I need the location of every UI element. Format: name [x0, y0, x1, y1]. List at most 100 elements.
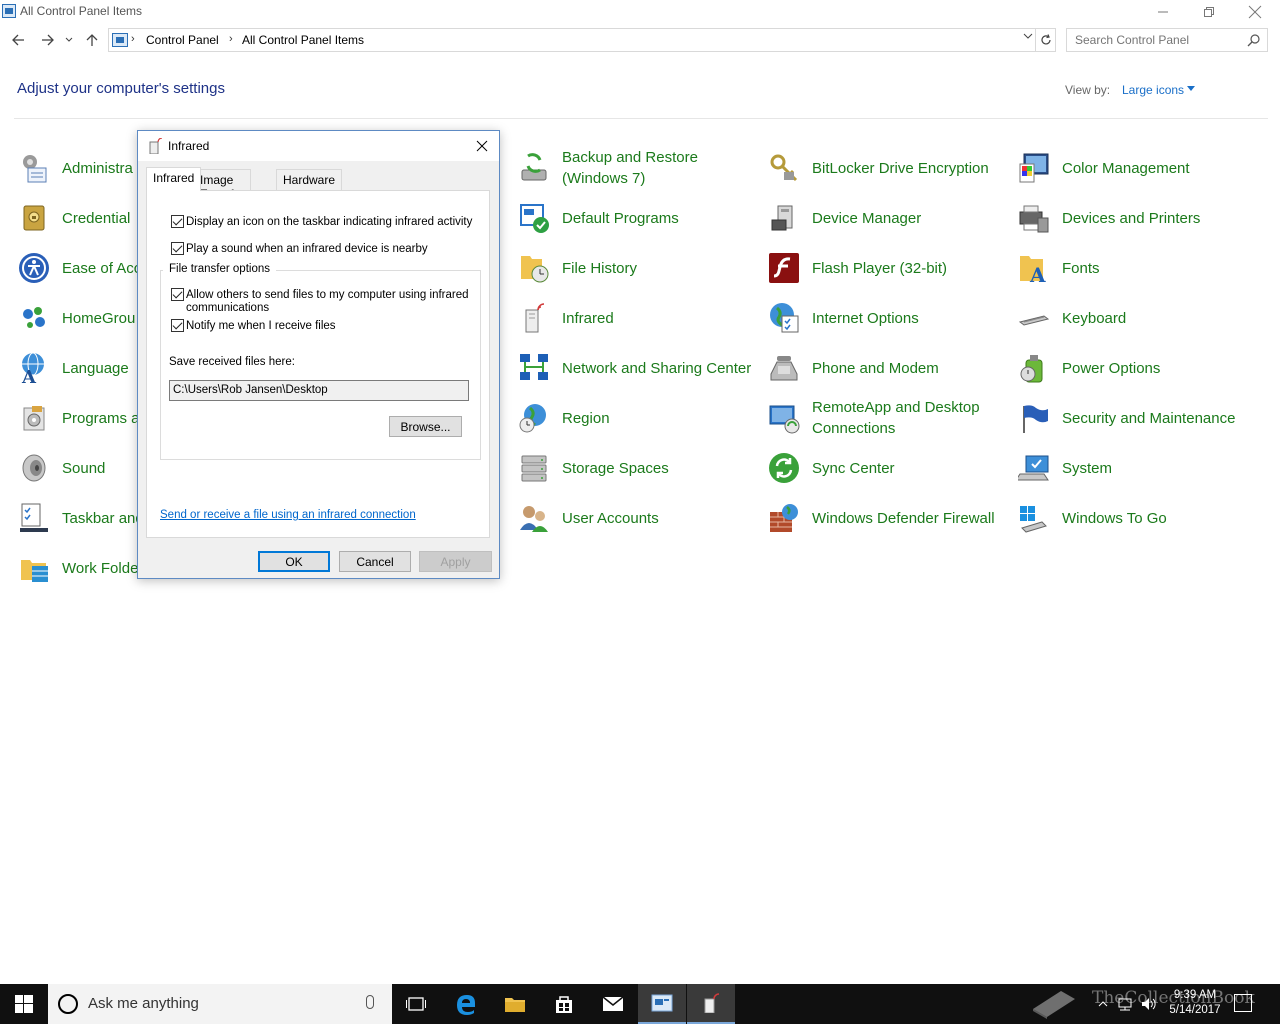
forward-button[interactable] [38, 30, 58, 50]
cp-item-label: Device Manager [812, 209, 922, 227]
cp-item-flash-player[interactable]: Flash Player (32-bit) [768, 246, 1013, 290]
cp-item-remoteapp[interactable]: RemoteApp and Desktop Connections [768, 396, 1013, 440]
cp-item-label: Flash Player (32-bit) [812, 259, 948, 277]
back-button[interactable] [8, 30, 28, 50]
cp-item-windows-to-go[interactable]: Windows To Go [1018, 496, 1263, 540]
control-panel-icon [112, 33, 128, 47]
cp-item-network-sharing[interactable]: Network and Sharing Center [518, 346, 763, 390]
cp-item-power-options[interactable]: Power Options [1018, 346, 1263, 390]
allow-send-checkbox-label[interactable]: Allow others to send files to my compute… [186, 289, 476, 315]
ok-button[interactable]: OK [258, 551, 330, 572]
tab-infrared[interactable]: Infrared [146, 167, 202, 191]
restore-button[interactable] [1186, 0, 1232, 24]
address-dropdown-icon[interactable] [1023, 32, 1033, 43]
close-icon [476, 140, 488, 152]
windows-logo-icon [15, 995, 33, 1013]
cortana-search-box[interactable]: Ask me anything [48, 984, 392, 1024]
minimize-button[interactable] [1140, 0, 1186, 24]
flash-icon [769, 253, 799, 283]
breadcrumb-separator-icon[interactable]: › [229, 33, 233, 45]
control-panel-icon [651, 994, 673, 1012]
allow-send-checkbox[interactable] [171, 288, 184, 301]
windows-to-go-icon [1020, 506, 1047, 533]
microphone-icon[interactable] [366, 995, 374, 1009]
file-explorer-taskbar-button[interactable] [491, 984, 539, 1024]
search-input[interactable] [1067, 29, 1237, 51]
cp-item-label: Sync Center [812, 459, 895, 477]
network-tray-icon[interactable] [1114, 984, 1136, 1024]
mail-taskbar-button[interactable] [589, 984, 637, 1024]
sound-icon [22, 454, 46, 482]
cp-item-phone-modem[interactable]: Phone and Modem [768, 346, 1013, 390]
notify-checkbox[interactable] [171, 319, 184, 332]
save-location-field[interactable]: C:\Users\Rob Jansen\Desktop [169, 380, 469, 401]
cp-item-devices-printers[interactable]: Devices and Printers [1018, 196, 1263, 240]
cp-item-label: Keyboard [1062, 309, 1127, 327]
cp-item-security-maintenance[interactable]: Security and Maintenance [1018, 396, 1263, 440]
edge-taskbar-button[interactable] [442, 984, 490, 1024]
caret-down-icon[interactable] [1187, 86, 1195, 91]
cancel-button[interactable]: Cancel [339, 551, 411, 572]
cp-item-default-programs[interactable]: Default Programs [518, 196, 763, 240]
address-bar[interactable]: › Control Panel › All Control Panel Item… [108, 28, 1036, 52]
cp-item-backup-restore[interactable]: Backup and Restore (Windows 7) [518, 146, 763, 190]
control-panel-taskbar-button[interactable] [638, 984, 686, 1024]
cp-item-fonts[interactable]: A Fonts [1018, 246, 1263, 290]
cp-item-sync-center[interactable]: Sync Center [768, 446, 1013, 490]
task-view-button[interactable] [392, 984, 440, 1024]
cp-item-file-history[interactable]: File History [518, 246, 763, 290]
homegroup-icon [23, 307, 45, 328]
chevron-up-icon[interactable] [1096, 984, 1110, 1024]
cp-item-label: RemoteApp and Desktop Connections [812, 399, 980, 437]
folder-icon [505, 998, 525, 1012]
task-view-icon [406, 997, 426, 1011]
cp-item-color-management[interactable]: Color Management [1018, 146, 1263, 190]
taskbar-icon-checkbox[interactable] [171, 215, 184, 228]
cp-item-label: File History [562, 259, 638, 277]
taskbar-icon [20, 503, 48, 532]
sound-checkbox-label[interactable]: Play a sound when an infrared device is … [186, 243, 428, 256]
volume-tray-icon[interactable] [1138, 984, 1160, 1024]
infrared-taskbar-button[interactable] [687, 984, 735, 1024]
breadcrumb-control-panel[interactable]: Control Panel [146, 33, 219, 47]
view-by-dropdown[interactable]: Large icons [1122, 83, 1184, 97]
up-button[interactable] [82, 30, 102, 50]
cp-item-user-accounts[interactable]: User Accounts [518, 496, 763, 540]
close-button[interactable] [1232, 0, 1278, 24]
search-box[interactable] [1066, 28, 1268, 52]
action-center-icon[interactable] [1234, 994, 1252, 1012]
sound-checkbox[interactable] [171, 242, 184, 255]
cp-item-label: User Accounts [562, 509, 659, 527]
taskbar-icon-checkbox-label[interactable]: Display an icon on the taskbar indicatin… [186, 216, 472, 229]
cortana-search-text[interactable]: Ask me anything [88, 995, 199, 1012]
send-receive-link[interactable]: Send or receive a file using an infrared… [160, 509, 416, 521]
cp-item-label: Network and Sharing Center [562, 359, 752, 377]
cp-item-device-manager[interactable]: Device Manager [768, 196, 1013, 240]
recent-locations-button[interactable] [62, 30, 76, 50]
breadcrumb-separator-icon[interactable]: › [131, 33, 135, 45]
language-icon: A [21, 352, 44, 384]
store-taskbar-button[interactable] [540, 984, 588, 1024]
cp-item-bitlocker[interactable]: BitLocker Drive Encryption [768, 146, 1013, 190]
cp-item-region[interactable]: Region [518, 396, 763, 440]
cp-item-label: Windows To Go [1062, 509, 1167, 527]
start-button[interactable] [0, 984, 48, 1024]
refresh-button[interactable] [1036, 28, 1056, 52]
tab-panel-infrared: Display an icon on the taskbar indicatin… [146, 190, 490, 538]
region-icon [519, 404, 546, 433]
cp-item-windows-firewall[interactable]: Windows Defender Firewall [768, 496, 1013, 540]
search-icon[interactable] [1247, 33, 1261, 47]
tab-image-transfer[interactable]: Image Transfer [193, 169, 252, 201]
cp-item-storage-spaces[interactable]: Storage Spaces [518, 446, 763, 490]
dialog-close-button[interactable] [471, 135, 493, 157]
browse-button[interactable]: Browse... [389, 416, 462, 437]
cp-item-internet-options[interactable]: Internet Options [768, 296, 1013, 340]
cp-item-keyboard[interactable]: Keyboard [1018, 296, 1263, 340]
cp-item-infrared[interactable]: Infrared [518, 296, 763, 340]
close-icon [1248, 5, 1262, 19]
taskbar-clock[interactable]: 9:39 AM 5/14/2017 [1162, 988, 1228, 1018]
cp-item-system[interactable]: System [1018, 446, 1263, 490]
breadcrumb-all-items[interactable]: All Control Panel Items [242, 33, 364, 47]
notify-checkbox-label[interactable]: Notify me when I receive files [186, 320, 336, 333]
tab-hardware[interactable]: Hardware [276, 169, 343, 190]
